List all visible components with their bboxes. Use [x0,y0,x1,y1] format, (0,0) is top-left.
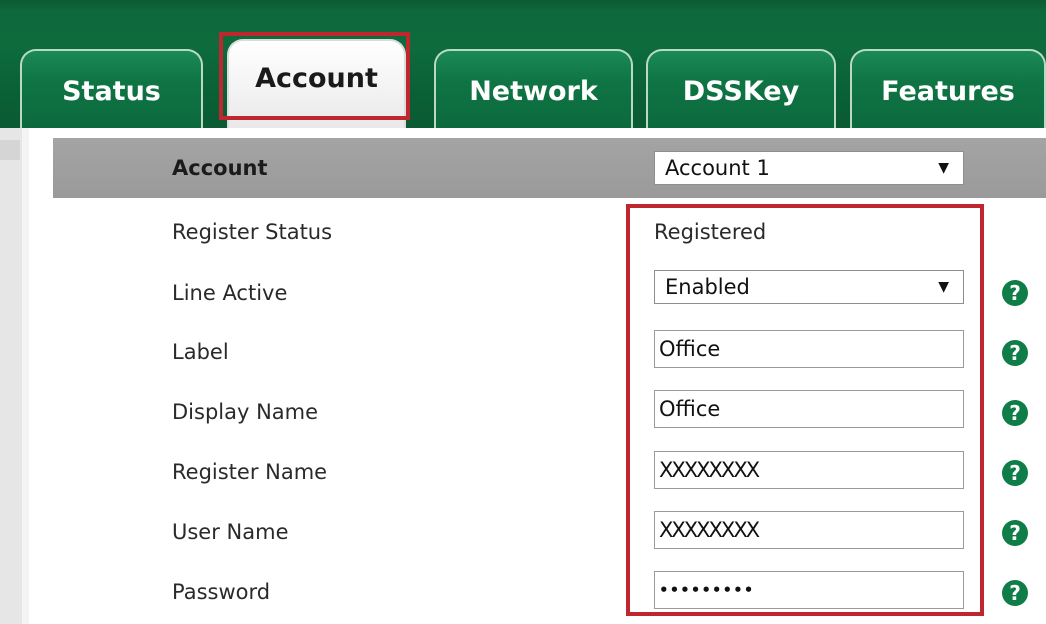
line-active-label: Line Active [172,281,288,305]
help-icon[interactable]: ? [1002,280,1028,306]
help-icon[interactable]: ? [1002,400,1028,426]
help-icon[interactable]: ? [1002,520,1028,546]
register-name-label: Register Name [172,460,328,484]
tab-features[interactable]: Features [850,49,1046,128]
password-input[interactable]: ••••••••• [654,571,964,609]
tab-account[interactable]: Account [227,39,406,128]
left-sidebar-marker [0,140,20,160]
tab-label: DSSKey [682,76,800,107]
password-label: Password [172,580,271,604]
user-name-input[interactable]: XXXXXXXX [654,511,964,549]
account-select[interactable]: Account 1 ▼ [654,151,964,185]
account-select-value: Account 1 [665,156,770,180]
help-icon[interactable]: ? [1002,460,1028,486]
tab-label: Status [62,76,161,107]
register-status-value: Registered [654,220,767,244]
register-status-label: Register Status [172,220,333,244]
tab-network[interactable]: Network [434,49,633,128]
display-name-label: Display Name [172,400,319,424]
user-name-label: User Name [172,520,289,544]
tab-label: Network [469,76,598,107]
tab-status[interactable]: Status [20,49,203,128]
tab-label: Account [255,63,378,94]
account-header-label: Account [172,156,268,180]
line-active-select-value: Enabled [665,275,750,299]
line-active-select[interactable]: Enabled ▼ [654,270,964,304]
help-icon[interactable]: ? [1002,340,1028,366]
label-field-label: Label [172,340,229,364]
register-name-input[interactable]: XXXXXXXX [654,451,964,489]
left-sidebar-strip [0,128,22,624]
display-name-input[interactable]: Office [654,390,964,428]
chevron-down-icon: ▼ [938,279,949,295]
chevron-down-icon: ▼ [938,160,949,176]
tab-dsskey[interactable]: DSSKey [646,49,836,128]
help-icon[interactable]: ? [1002,580,1028,606]
left-sidebar-divider [22,128,29,624]
tab-label: Features [881,76,1015,107]
label-input[interactable]: Office [654,330,964,368]
